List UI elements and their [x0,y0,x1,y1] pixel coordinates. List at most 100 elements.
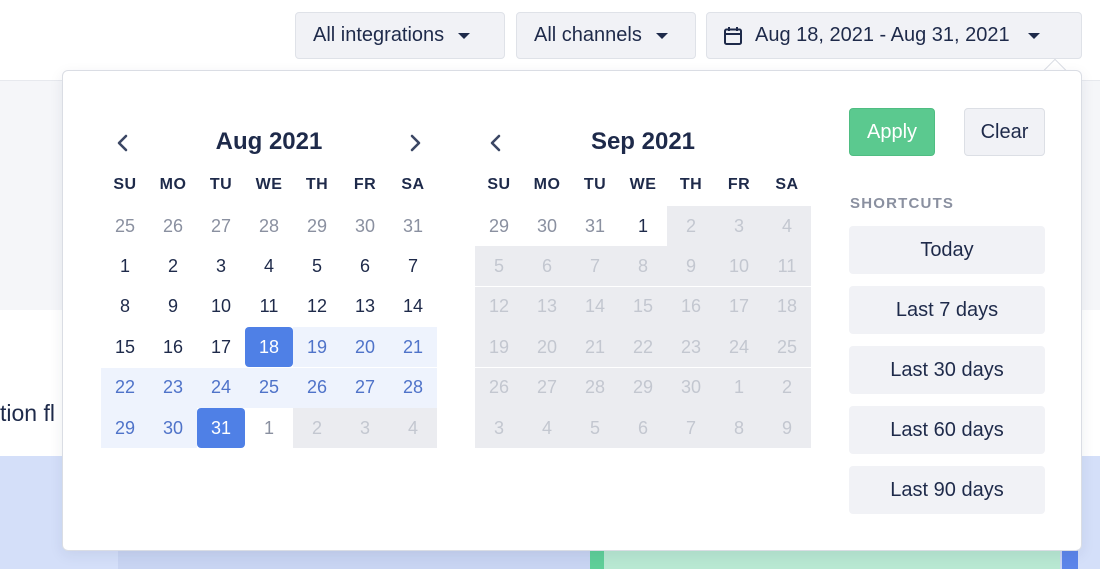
day-cell: 6 [619,408,667,448]
day-cell[interactable]: 26 [293,367,341,408]
day-cell[interactable]: 22 [101,367,149,408]
calendar-icon [723,26,743,46]
clear-button[interactable]: Clear [964,108,1045,156]
channels-dropdown[interactable]: All channels [516,12,696,59]
day-cell[interactable]: 12 [293,287,341,327]
day-cell[interactable]: 13 [341,287,389,327]
day-cell[interactable]: 27 [341,367,389,408]
shortcut-last-7-days[interactable]: Last 7 days [849,286,1045,334]
day-cell[interactable]: 26 [149,206,197,246]
day-cell[interactable]: 30 [341,206,389,246]
day-cell[interactable]: 5 [293,246,341,286]
day-cell[interactable]: 4 [245,246,293,286]
day-cell[interactable]: 1 [245,408,293,448]
day-cell: 21 [571,327,619,368]
day-cell: 2 [667,206,715,246]
weekday-label: MO [533,176,561,193]
day-cell[interactable]: 1 [619,206,667,246]
day-cell: 16 [667,286,715,327]
shortcut-last-60-days[interactable]: Last 60 days [849,406,1045,454]
day-cell: 17 [715,286,763,327]
day-cell[interactable]: 27 [197,206,245,246]
day-cell[interactable]: 2 [149,246,197,286]
day-cell[interactable]: 15 [101,327,149,367]
day-cell[interactable]: 11 [245,287,293,327]
shortcut-last-30-days[interactable]: Last 30 days [849,346,1045,394]
day-cell[interactable]: 30 [523,206,571,246]
day-cell: 3 [475,408,523,448]
day-cell: 14 [571,286,619,327]
day-cell[interactable]: 18 [245,327,293,368]
day-cell[interactable]: 28 [245,206,293,246]
chevron-left-icon [490,134,501,152]
prev-month-button[interactable] [109,129,137,157]
shortcuts-heading: SHORTCUTS [850,195,955,212]
day-cell[interactable]: 28 [389,367,437,408]
weekday-label: FR [353,176,377,193]
day-cell[interactable]: 6 [341,246,389,286]
day-cell[interactable]: 31 [389,206,437,246]
day-cell: 29 [619,367,667,408]
date-range-label: Aug 18, 2021 - Aug 31, 2021 [755,24,1010,46]
day-cell[interactable]: 8 [101,287,149,327]
weekday-label: FR [727,176,751,193]
day-cell[interactable]: 23 [149,367,197,408]
chevron-right-icon [410,134,421,152]
day-cell[interactable]: 24 [197,367,245,408]
weekday-label: TH [305,176,329,193]
day-cell: 1 [715,367,763,408]
integrations-dropdown[interactable]: All integrations [295,12,505,59]
day-cell: 2 [293,408,341,448]
integrations-dropdown-label: All integrations [313,24,445,46]
shortcut-today[interactable]: Today [849,226,1045,274]
day-cell: 4 [523,408,571,448]
day-cell: 27 [523,367,571,408]
day-cell: 9 [667,246,715,287]
caret-down-icon [458,32,471,39]
day-cell: 12 [475,286,523,327]
day-cell[interactable]: 3 [197,246,245,286]
month-title-aug: Aug 2021 [215,128,323,155]
weekday-label: SU [113,176,137,193]
day-cell[interactable]: 29 [293,206,341,246]
caret-down-icon [655,32,668,39]
day-cell[interactable]: 17 [197,327,245,367]
weekday-label: SA [775,176,799,193]
weekday-label: SU [487,176,511,193]
day-cell[interactable]: 31 [197,408,245,448]
day-cell: 24 [715,327,763,368]
date-range-dropdown[interactable]: Aug 18, 2021 - Aug 31, 2021 [706,12,1082,59]
day-cell[interactable]: 1 [101,246,149,286]
day-cell[interactable]: 9 [149,287,197,327]
day-cell: 19 [475,327,523,368]
apply-button[interactable]: Apply [849,108,935,156]
day-cell[interactable]: 19 [293,327,341,368]
day-cell: 8 [619,246,667,287]
weekday-label: MO [159,176,187,193]
day-cell: 15 [619,286,667,327]
day-cell[interactable]: 16 [149,327,197,367]
day-cell[interactable]: 20 [341,327,389,368]
day-cell[interactable]: 25 [245,367,293,408]
caret-down-icon [1027,32,1040,39]
day-cell: 23 [667,327,715,368]
chevron-left-icon [117,134,128,152]
day-cell[interactable]: 14 [389,287,437,327]
day-cell[interactable]: 25 [101,206,149,246]
day-cell[interactable]: 30 [149,408,197,448]
day-cell[interactable]: 7 [389,246,437,286]
day-cell[interactable]: 31 [571,206,619,246]
prev-month-button-sep[interactable] [482,129,510,157]
next-month-button[interactable] [401,129,429,157]
filter-toolbar: All integrations All channels Aug 18, 20… [0,12,1100,60]
weekday-label: WE [255,176,283,193]
day-cell[interactable]: 21 [389,327,437,368]
day-cell[interactable]: 10 [197,287,245,327]
day-cell: 11 [763,246,811,287]
shortcut-last-90-days[interactable]: Last 90 days [849,466,1045,514]
date-picker-popover: Aug 2021 Sep 2021 SU MO TU WE TH FR SA 25 26 27 28… [62,70,1082,551]
day-cell: 3 [341,408,389,448]
day-cell: 5 [571,408,619,448]
day-cell[interactable]: 29 [101,408,149,448]
day-cell[interactable]: 29 [475,206,523,246]
